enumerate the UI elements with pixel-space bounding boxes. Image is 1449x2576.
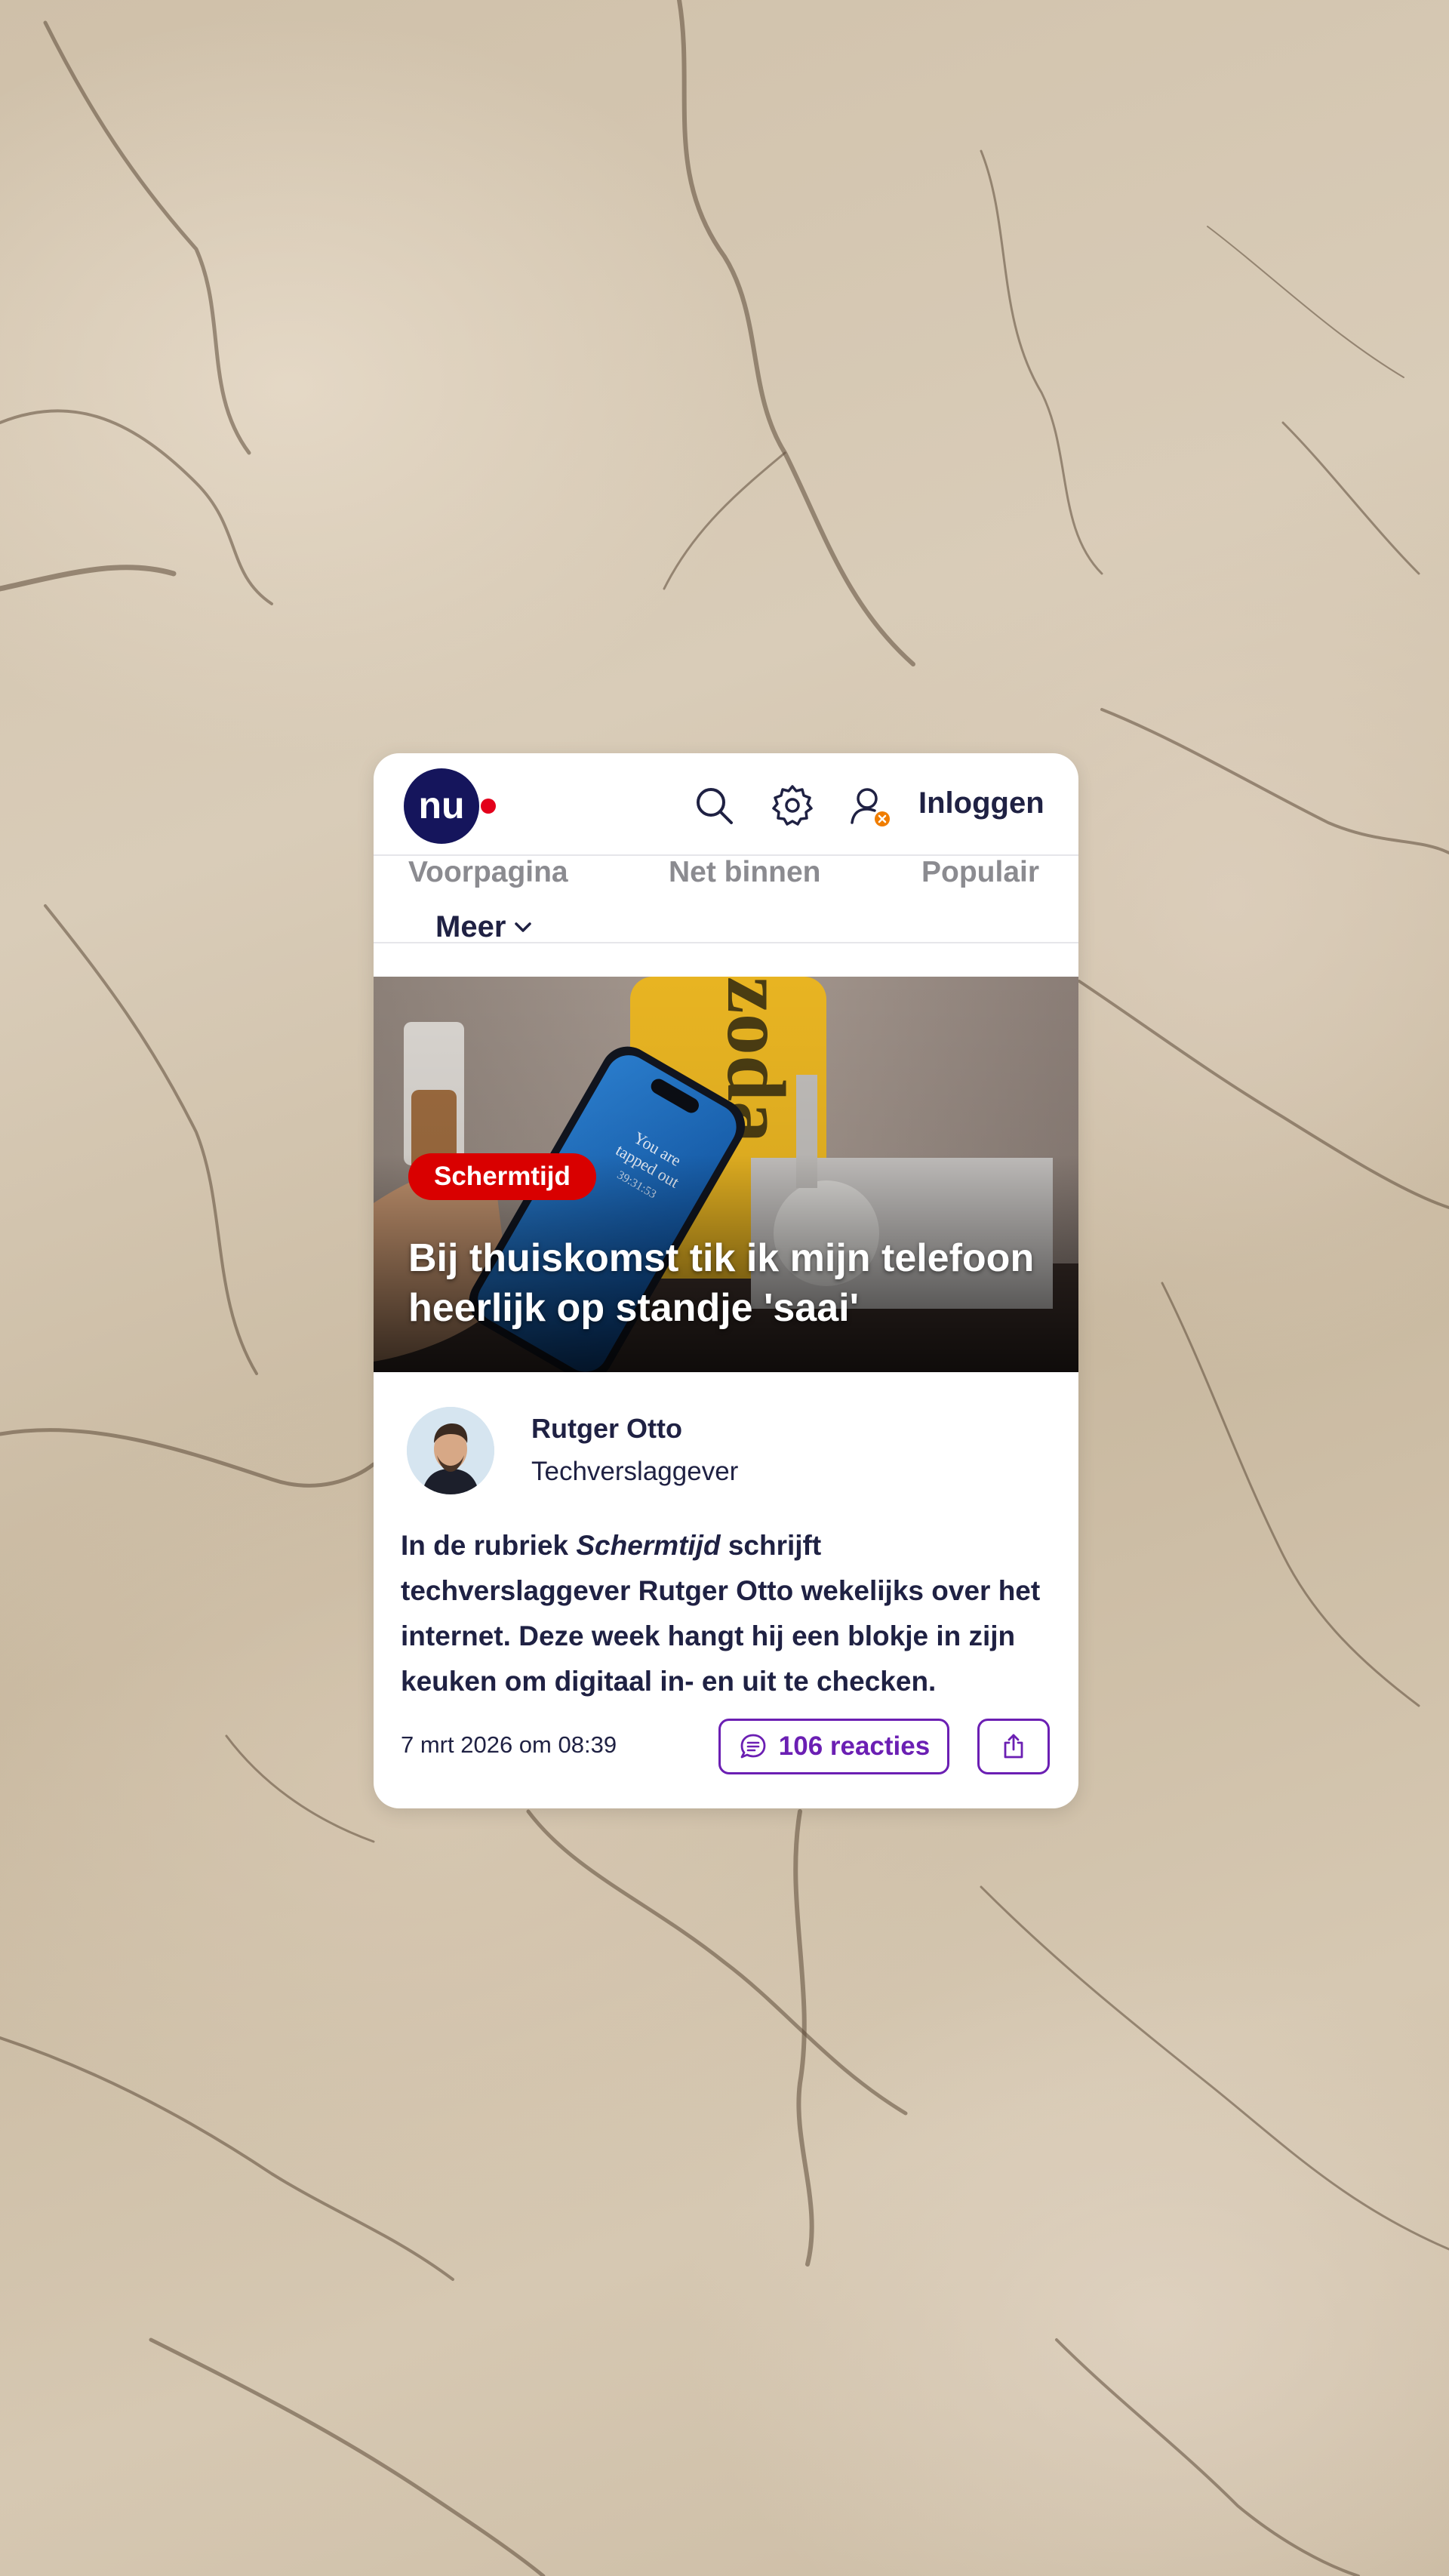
intro-text-start: In de rubriek <box>401 1530 577 1561</box>
article-intro: In de rubriek Schermtijd schrijft techve… <box>401 1523 1057 1704</box>
login-link[interactable]: Inloggen <box>918 786 1044 820</box>
share-icon <box>1004 1734 1023 1759</box>
publish-date: 7 mrt 2026 om 08:39 <box>401 1731 617 1758</box>
share-button[interactable] <box>977 1719 1050 1774</box>
svg-text:nu: nu <box>418 784 464 826</box>
nav-more-label: Meer <box>435 910 506 943</box>
author-avatar[interactable] <box>407 1407 494 1494</box>
article-headline[interactable]: Bij thuiskomst tik ik mijn telefoon heer… <box>408 1233 1050 1333</box>
comments-count-label: 106 reacties <box>778 1731 931 1761</box>
hero-image[interactable]: zoda You are tapped out 39:31:53 Schermt… <box>374 977 1078 1372</box>
comments-button[interactable]: 106 reacties <box>718 1719 949 1774</box>
settings-gear-icon[interactable] <box>771 783 814 827</box>
nav-item-net-binnen[interactable]: Net binnen <box>669 856 821 889</box>
nav-item-populair[interactable]: Populair <box>921 856 1039 889</box>
author-name[interactable]: Rutger Otto <box>531 1413 682 1445</box>
category-tag[interactable]: Schermtijd <box>408 1153 596 1200</box>
nu-logo[interactable]: nu <box>404 768 500 844</box>
app-header: nu Inloggen <box>374 753 1078 856</box>
nav-more-dropdown[interactable]: Meer <box>435 910 533 944</box>
user-icon[interactable] <box>848 783 891 827</box>
section-nav: Voorpagina Net binnen Populair Meer <box>374 856 1078 943</box>
author-role: Techverslaggever <box>531 1457 739 1486</box>
search-icon[interactable] <box>692 783 736 827</box>
avatar-photo <box>407 1407 494 1494</box>
nav-item-voorpagina[interactable]: Voorpagina <box>408 856 568 889</box>
chevron-down-icon <box>515 922 532 932</box>
article-card: nu Inloggen Voorpagina Net binnen Popula… <box>374 753 1078 1808</box>
comment-bubble-icon <box>740 1734 766 1759</box>
intro-emphasis: Schermtijd <box>576 1530 721 1561</box>
